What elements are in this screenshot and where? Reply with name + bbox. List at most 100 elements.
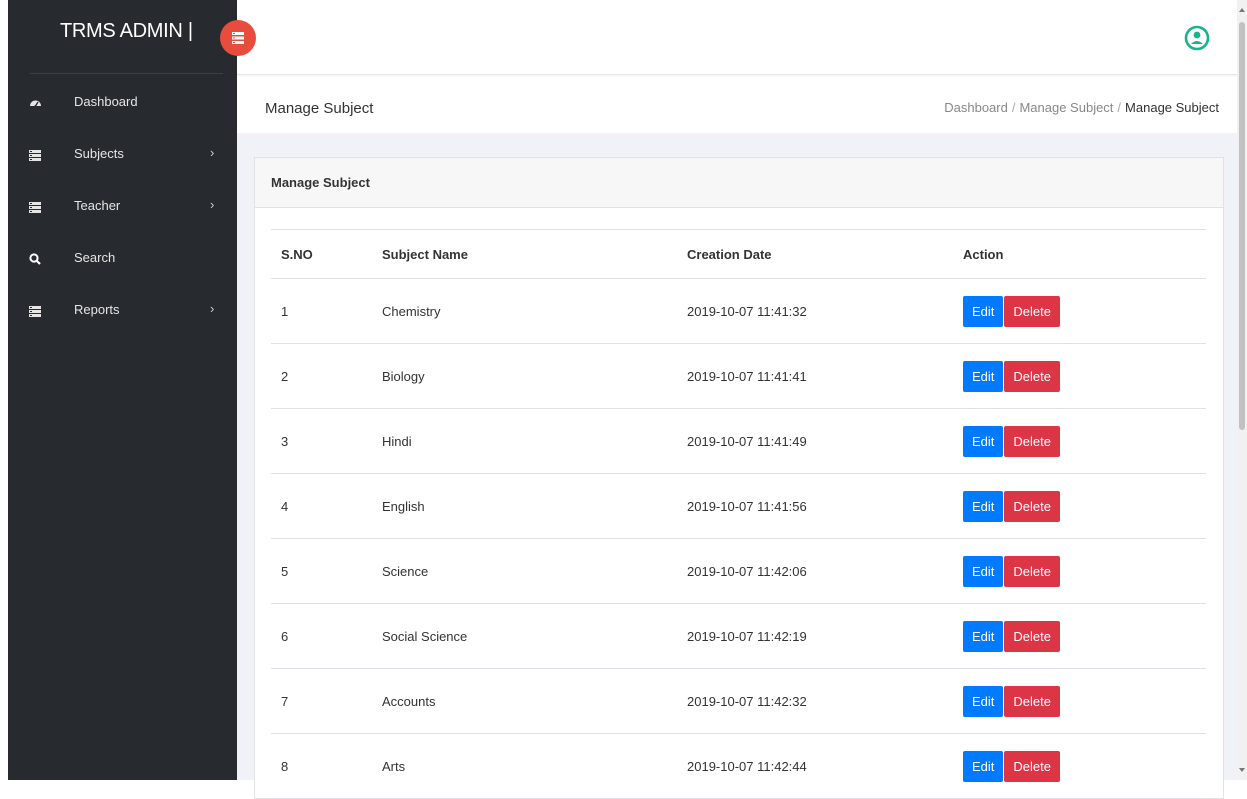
sidebar-toggle-button[interactable]	[220, 20, 256, 56]
brand-title: TRMS ADMIN |	[60, 20, 193, 42]
sidebar-item-label: Subjects	[74, 146, 124, 161]
page-title-bar: Manage Subject Dashboard / Manage Subject /…	[237, 80, 1237, 133]
edit-button[interactable]: Edit	[963, 685, 1004, 717]
cell-creation-date: 2019-10-07 11:41:32	[677, 278, 953, 344]
header-subject-name: Subject Name	[372, 229, 677, 279]
sidebar-item-search[interactable]: Search	[8, 235, 237, 287]
page-scrollbar[interactable]	[1237, 0, 1247, 780]
cell-subject-name: Hindi	[372, 408, 677, 474]
user-account-icon[interactable]	[1184, 25, 1210, 51]
delete-button[interactable]: Delete	[1004, 295, 1060, 327]
cell-sno: 2	[271, 343, 372, 409]
sidebar-item-label: Dashboard	[74, 94, 138, 109]
list-icon	[28, 304, 42, 318]
table-row: 8 Arts 2019-10-07 11:42:44 Edit Delete	[271, 733, 1206, 799]
subject-table: S.NO Subject Name Creation Date Action 1…	[271, 229, 1206, 799]
cell-action: Edit Delete	[953, 603, 1206, 669]
card-header: Manage Subject	[255, 158, 1223, 208]
header-action: Action	[953, 229, 1206, 279]
cell-creation-date: 2019-10-07 11:42:19	[677, 603, 953, 669]
cell-action: Edit Delete	[953, 343, 1206, 409]
cell-sno: 3	[271, 408, 372, 474]
cell-action: Edit Delete	[953, 473, 1206, 539]
table-row: 3 Hindi 2019-10-07 11:41:49 Edit Delete	[271, 408, 1206, 474]
cell-subject-name: Accounts	[372, 668, 677, 734]
cell-sno: 8	[271, 733, 372, 799]
cell-subject-name: Science	[372, 538, 677, 604]
chevron-right-icon: ›	[210, 197, 215, 212]
delete-button[interactable]: Delete	[1004, 425, 1060, 457]
sidebar-item-teacher[interactable]: Teacher ›	[8, 183, 237, 235]
cell-creation-date: 2019-10-07 11:41:56	[677, 473, 953, 539]
header-sno: S.NO	[271, 229, 372, 279]
table-row: 6 Social Science 2019-10-07 11:42:19 Edit De…	[271, 603, 1206, 669]
cell-creation-date: 2019-10-07 11:41:41	[677, 343, 953, 409]
cell-sno: 6	[271, 603, 372, 669]
edit-button[interactable]: Edit	[963, 620, 1004, 652]
delete-button[interactable]: Delete	[1004, 750, 1060, 782]
delete-button[interactable]: Delete	[1004, 360, 1060, 392]
sidebar-item-label: Search	[74, 250, 116, 265]
page-title: Manage Subject	[265, 100, 374, 117]
table-row: 4 English 2019-10-07 11:41:56 Edit Delete	[271, 473, 1206, 539]
top-header	[237, 0, 1237, 75]
scroll-down-arrow[interactable]	[1239, 768, 1245, 772]
sidebar-item-dashboard[interactable]: Dashboard	[8, 79, 237, 131]
breadcrumb: Dashboard / Manage Subject / Manage Subject	[944, 100, 1219, 115]
menu-icon	[232, 32, 244, 44]
table-row: 7 Accounts 2019-10-07 11:42:32 Edit Delete	[271, 668, 1206, 734]
breadcrumb-manage-subject[interactable]: Manage Subject	[1019, 100, 1113, 115]
cell-action: Edit Delete	[953, 538, 1206, 604]
subject-card: Manage Subject S.NO Subject Name Creatio…	[254, 157, 1224, 799]
delete-button[interactable]: Delete	[1004, 685, 1060, 717]
edit-button[interactable]: Edit	[963, 750, 1004, 782]
delete-button[interactable]: Delete	[1004, 555, 1060, 587]
cell-subject-name: Biology	[372, 343, 677, 409]
edit-button[interactable]: Edit	[963, 295, 1004, 327]
breadcrumb-current: Manage Subject	[1125, 100, 1219, 115]
list-icon	[28, 200, 42, 214]
dashboard-icon	[28, 96, 42, 110]
breadcrumb-dashboard[interactable]: Dashboard	[944, 100, 1008, 115]
chevron-right-icon: ›	[210, 301, 215, 316]
card-title: Manage Subject	[271, 175, 370, 190]
edit-button[interactable]: Edit	[963, 555, 1004, 587]
sidebar: TRMS ADMIN | Dashboard Subjects › Teacher › S…	[8, 0, 237, 780]
brand: TRMS ADMIN |	[30, 0, 223, 74]
breadcrumb-separator: /	[1011, 100, 1016, 115]
table-header-row: S.NO Subject Name Creation Date Action	[271, 229, 1206, 279]
list-icon	[28, 148, 42, 162]
header-creation-date: Creation Date	[677, 229, 953, 279]
table-row: 2 Biology 2019-10-07 11:41:41 Edit Delete	[271, 343, 1206, 409]
search-icon	[28, 252, 42, 266]
breadcrumb-separator: /	[1117, 100, 1122, 115]
delete-button[interactable]: Delete	[1004, 490, 1060, 522]
cell-sno: 7	[271, 668, 372, 734]
cell-action: Edit Delete	[953, 278, 1206, 344]
delete-button[interactable]: Delete	[1004, 620, 1060, 652]
sidebar-item-label: Teacher	[74, 198, 121, 213]
cell-creation-date: 2019-10-07 11:42:44	[677, 733, 953, 799]
edit-button[interactable]: Edit	[963, 490, 1004, 522]
cell-action: Edit Delete	[953, 668, 1206, 734]
table-row: 1 Chemistry 2019-10-07 11:41:32 Edit Delete	[271, 278, 1206, 344]
cell-action: Edit Delete	[953, 408, 1206, 474]
cell-subject-name: English	[372, 473, 677, 539]
chevron-right-icon: ›	[210, 145, 215, 160]
edit-button[interactable]: Edit	[963, 360, 1004, 392]
sidebar-item-label: Reports	[74, 302, 120, 317]
cell-action: Edit Delete	[953, 733, 1206, 799]
scroll-thumb[interactable]	[1239, 22, 1245, 430]
sidebar-item-subjects[interactable]: Subjects ›	[8, 131, 237, 183]
scroll-up-arrow[interactable]	[1239, 8, 1245, 12]
cell-subject-name: Social Science	[372, 603, 677, 669]
cell-sno: 5	[271, 538, 372, 604]
cell-creation-date: 2019-10-07 11:42:32	[677, 668, 953, 734]
edit-button[interactable]: Edit	[963, 425, 1004, 457]
cell-sno: 4	[271, 473, 372, 539]
cell-creation-date: 2019-10-07 11:42:06	[677, 538, 953, 604]
sidebar-nav: Dashboard Subjects › Teacher › Search Reports ›	[8, 79, 237, 339]
table-row: 5 Science 2019-10-07 11:42:06 Edit Delete	[271, 538, 1206, 604]
cell-creation-date: 2019-10-07 11:41:49	[677, 408, 953, 474]
sidebar-item-reports[interactable]: Reports ›	[8, 287, 237, 339]
